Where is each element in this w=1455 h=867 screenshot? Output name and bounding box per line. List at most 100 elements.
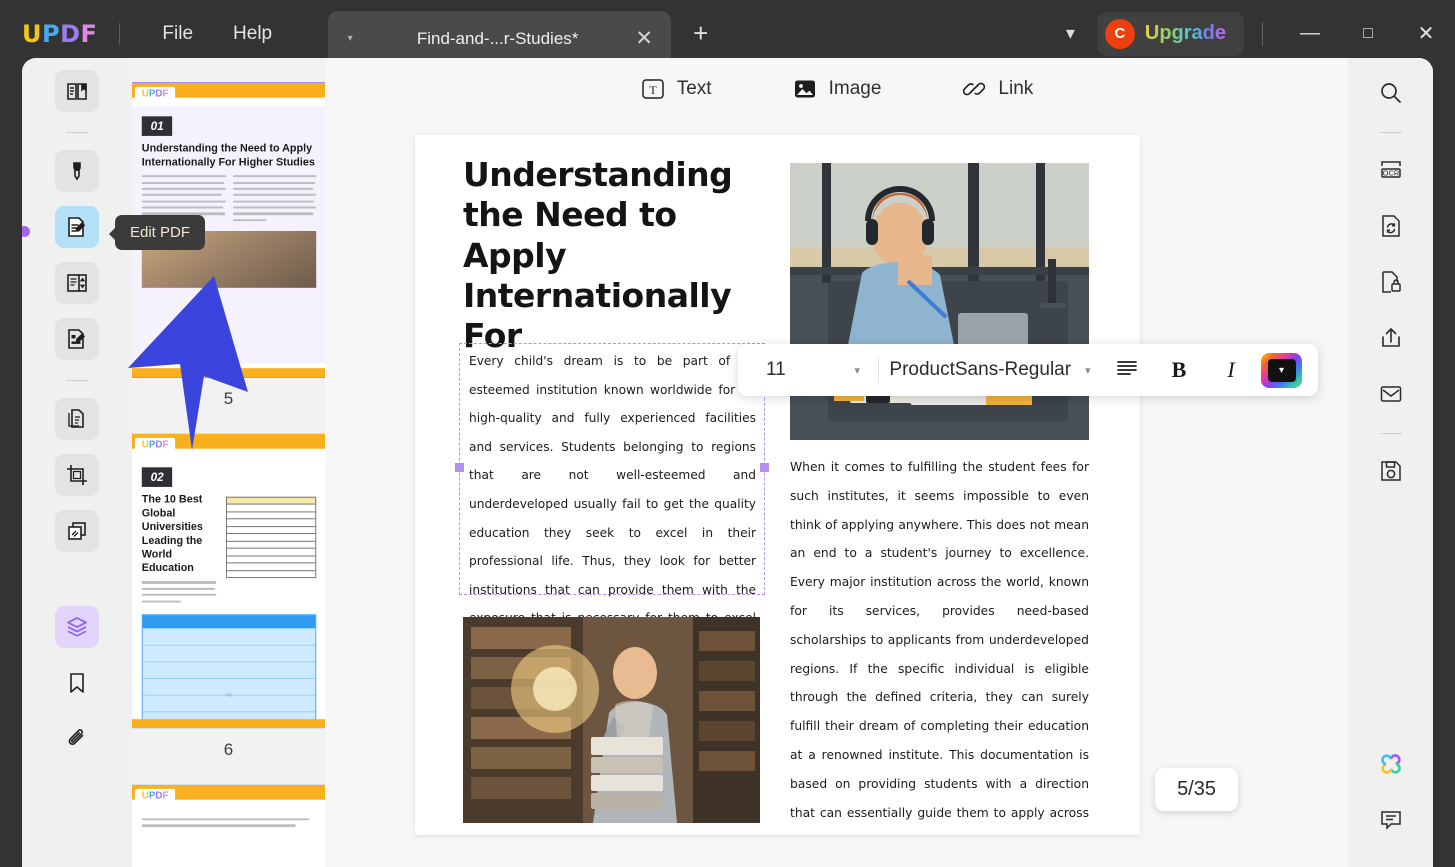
tab-dropdown-icon[interactable]: ▾ — [342, 33, 358, 44]
thumbnail-number: 6 — [223, 740, 234, 759]
font-family-dropdown[interactable]: ProductSans-Regular ▾ — [879, 359, 1101, 381]
reader-icon-button[interactable] — [55, 70, 99, 112]
page-indicator: 5/35 — [1155, 768, 1238, 811]
document-image-headphones[interactable] — [790, 163, 1089, 440]
page-organize-icon — [65, 271, 89, 295]
window-close-button[interactable]: ✕ — [1397, 21, 1455, 46]
svg-text:T: T — [649, 83, 657, 97]
right-rail-bottom-group — [1348, 743, 1433, 855]
page-organize-icon-button[interactable] — [55, 262, 99, 304]
document-heading[interactable]: Understanding the Need to Apply Internat… — [463, 155, 783, 356]
menu-file[interactable]: File — [142, 17, 213, 51]
add-image-label: Image — [828, 78, 882, 99]
reader-icon — [65, 79, 89, 103]
menu-help[interactable]: Help — [213, 17, 292, 51]
edit-mode-toolbar: T Text Image Link — [325, 76, 1348, 102]
align-justify-icon — [1116, 359, 1138, 377]
save-icon-button[interactable] — [1370, 450, 1412, 492]
document-viewer[interactable]: T Text Image Link Understanding the Need… — [325, 58, 1348, 867]
fill-sign-icon-button[interactable] — [55, 318, 99, 360]
add-image-button[interactable]: Image — [792, 76, 882, 102]
ocr-icon-button[interactable]: OCR — [1370, 149, 1412, 191]
attachment-icon-button[interactable] — [55, 718, 99, 760]
thumb-page-body: 02 The 10 Best Global Universities Leadi… — [132, 457, 325, 728]
window-minimize-button[interactable]: — — [1281, 22, 1339, 45]
share-icon — [1378, 325, 1404, 351]
rail-separator-1 — [66, 132, 88, 133]
title-bar: U P D F File Help ▾ Find-and-...r-Studie… — [0, 0, 1455, 67]
upgrade-button[interactable]: C Upgrade — [1096, 11, 1244, 56]
crop-page-icon-button[interactable] — [55, 454, 99, 496]
text-format-toolbar[interactable]: 11 ▾ ProductSans-Regular ▾ B I ▾ — [738, 344, 1318, 396]
resize-handle-right[interactable] — [760, 463, 769, 472]
convert-pdf-icon — [65, 407, 89, 431]
convert-pdf-icon-button[interactable] — [55, 398, 99, 440]
fill-sign-icon — [65, 327, 89, 351]
selected-text-content[interactable]: Every child's dream is to be part of an … — [469, 347, 756, 662]
share-icon-button[interactable] — [1370, 317, 1412, 359]
window-maximize-button[interactable]: □ — [1339, 25, 1397, 43]
chevron-down-icon[interactable]: ▾ — [854, 364, 860, 377]
email-icon-button[interactable] — [1370, 373, 1412, 415]
convert-icon — [1378, 213, 1404, 239]
align-justify-button[interactable] — [1101, 357, 1153, 383]
right-rail-separator-1 — [1379, 132, 1402, 133]
italic-button[interactable]: I — [1205, 357, 1257, 383]
resize-handle-left[interactable] — [455, 463, 464, 472]
thumbnail-page-7[interactable]: UPDF — [132, 785, 325, 867]
svg-text:OCR: OCR — [1382, 168, 1399, 177]
text-color-picker[interactable]: ▾ — [1261, 352, 1302, 388]
panel-resize-handle[interactable] — [22, 226, 30, 237]
thumbnail-item[interactable]: UPDF — [132, 782, 325, 867]
tab-close-icon[interactable]: ✕ — [631, 26, 657, 51]
search-icon-button[interactable] — [1370, 72, 1412, 114]
thumb-bottom-band — [132, 719, 325, 728]
thumb-logo: UPDF — [134, 86, 175, 103]
email-icon — [1378, 381, 1404, 407]
crop-page-icon — [65, 463, 89, 487]
titlebar-divider — [119, 22, 121, 45]
thumb-footer-number: 06 — [225, 692, 232, 699]
page-thumbnail-panel[interactable]: UPDF 01 Understanding the Need to Apply … — [132, 58, 325, 867]
selected-text-box[interactable]: Every child's dream is to be part of an … — [455, 343, 769, 654]
text-box-icon: T — [640, 76, 666, 102]
image-icon — [792, 76, 818, 102]
thumb-section-badge: 02 — [141, 467, 173, 487]
document-right-column-text[interactable]: When it comes to fulfilling the student … — [790, 453, 1089, 835]
bold-button[interactable]: B — [1153, 357, 1205, 383]
new-tab-button[interactable]: + — [693, 18, 708, 49]
document-image-library[interactable] — [463, 617, 760, 823]
edit-pdf-icon-button[interactable] — [55, 206, 99, 248]
titlebar-right-group: ▾ C Upgrade — □ ✕ — [1050, 0, 1455, 67]
upgrade-label: Upgrade — [1144, 22, 1226, 44]
font-size-value: 11 — [766, 359, 786, 380]
protect-icon — [1378, 269, 1404, 295]
comment-icon-button[interactable] — [1370, 799, 1412, 841]
add-link-button[interactable]: Link — [961, 76, 1033, 102]
batch-process-icon — [65, 519, 89, 543]
protect-icon-button[interactable] — [1370, 261, 1412, 303]
right-rail-separator-2 — [1379, 433, 1402, 434]
thumb-col-right — [231, 175, 316, 225]
chevron-down-icon[interactable]: ▾ — [1085, 364, 1091, 377]
add-text-button[interactable]: T Text — [640, 76, 712, 102]
bookmark-icon-button[interactable] — [55, 662, 99, 704]
font-size-dropdown[interactable]: 11 ▾ — [738, 359, 878, 381]
thumb-university-table — [141, 614, 316, 728]
mouse-cursor-arrow — [122, 268, 252, 453]
layers-icon-button[interactable] — [55, 606, 99, 648]
thumbnail-page-6[interactable]: UPDF 02 The 10 Best Global Universities … — [132, 434, 325, 728]
comment-highlight-icon-button[interactable] — [55, 150, 99, 192]
chevron-down-icon[interactable]: ▾ — [1050, 23, 1091, 44]
thumbnail-item[interactable]: UPDF 02 The 10 Best Global Universities … — [132, 431, 325, 782]
thumb-section-badge: 01 — [141, 116, 173, 136]
ai-assistant-icon-button[interactable] — [1370, 743, 1412, 785]
thumb-heading: The 10 Best Global Universities Leading … — [141, 493, 203, 575]
batch-process-icon-button[interactable] — [55, 510, 99, 552]
add-link-label: Link — [998, 78, 1034, 99]
pdf-page[interactable]: Understanding the Need to Apply Internat… — [415, 135, 1140, 835]
save-icon — [1378, 458, 1404, 484]
comment-icon — [1378, 807, 1404, 833]
thumb-logo: UPDF — [134, 788, 175, 805]
convert-icon-button[interactable] — [1370, 205, 1412, 247]
